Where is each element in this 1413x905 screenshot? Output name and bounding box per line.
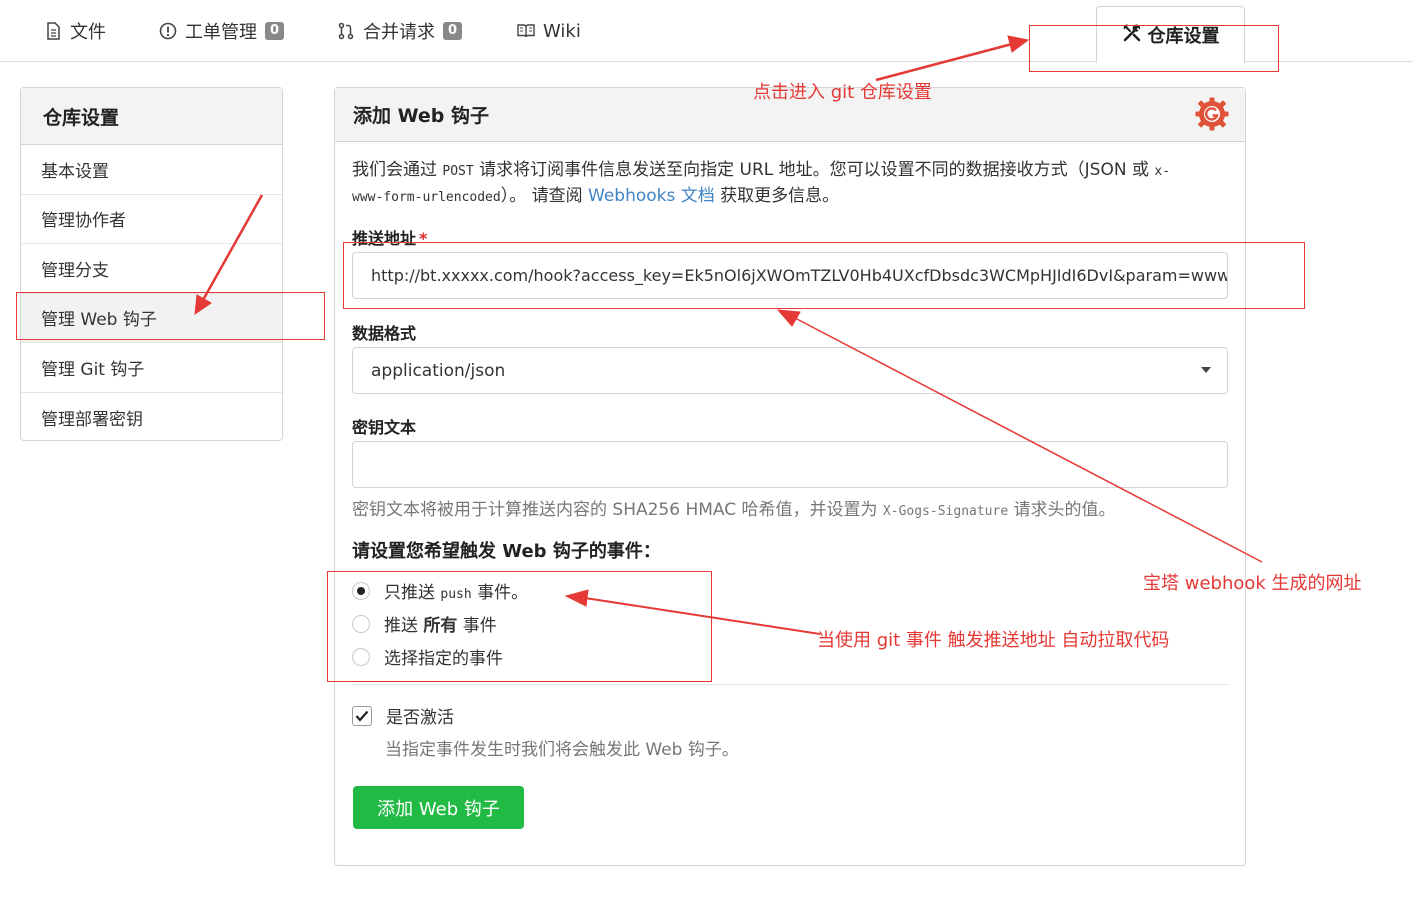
gogs-logo-icon — [1195, 97, 1229, 131]
content-type-label: 数据格式 — [352, 324, 417, 343]
book-icon — [517, 22, 535, 40]
tab-label: 工单管理 — [185, 22, 257, 43]
content-type-select[interactable]: application/json — [352, 347, 1228, 394]
help-text: 密钥文本将被用于计算推送内容的 SHA256 HMAC 哈希值，并设置为 — [352, 500, 883, 520]
active-help: 当指定事件发生时我们将会触发此 Web 钩子。 — [385, 740, 739, 760]
help-text: 请求头的值。 — [1008, 500, 1116, 520]
form-code-1: x- — [1154, 164, 1171, 179]
annotation-event-note: 当使用 git 事件 触发推送地址 自动拉取代码 — [817, 630, 1170, 651]
sidebar-item-collaborators[interactable]: 管理协作者 — [21, 195, 282, 244]
tab-wiki[interactable]: Wiki — [517, 0, 581, 62]
tab-issues[interactable]: 工单管理 0 — [159, 0, 285, 62]
active-checkbox-row[interactable]: 是否激活 — [352, 703, 454, 728]
tab-pull-requests[interactable]: 合并请求 0 — [337, 0, 463, 62]
dropdown-caret-icon — [1201, 367, 1211, 373]
settings-sidebar: 仓库设置 基本设置 管理协作者 管理分支 管理 Web 钩子 管理 Git 钩子… — [20, 87, 283, 441]
annotation-box-payload-url — [343, 242, 1305, 309]
secret-help: 密钥文本将被用于计算推送内容的 SHA256 HMAC 哈希值，并设置为 X-G… — [352, 495, 1232, 520]
form-divider — [352, 684, 1228, 685]
desc-text: 获取更多信息。 — [714, 186, 840, 206]
secret-input[interactable] — [352, 441, 1228, 488]
active-label: 是否激活 — [386, 708, 454, 728]
annotation-settings-note: 点击进入 git 仓库设置 — [753, 82, 932, 103]
active-checkbox[interactable] — [352, 705, 372, 726]
issue-count-badge: 0 — [265, 22, 285, 40]
sidebar-title: 仓库设置 — [21, 88, 282, 145]
form-code-2: www-form-urlencoded — [352, 190, 501, 205]
post-code: POST — [442, 164, 474, 179]
annotation-box-settings-tab — [1029, 25, 1279, 72]
content-type-value: application/json — [371, 360, 506, 381]
issue-icon — [159, 22, 177, 40]
sidebar-item-branches[interactable]: 管理分支 — [21, 244, 282, 294]
sidebar-item-deploy-keys[interactable]: 管理部署密钥 — [21, 393, 282, 443]
desc-text: 我们会通过 — [352, 160, 443, 180]
pr-count-badge: 0 — [443, 22, 463, 40]
annotation-url-note: 宝塔 webhook 生成的网址 — [1143, 573, 1362, 594]
annotation-box-webhooks-item — [16, 292, 325, 340]
desc-text: 请求将订阅事件信息发送至向指定 URL 地址。您可以设置不同的数据接收方式（JS… — [473, 160, 1155, 180]
check-icon — [355, 710, 369, 722]
tab-label: 文件 — [70, 22, 106, 43]
file-icon — [44, 22, 62, 40]
annotation-box-events — [327, 571, 712, 682]
desc-text: ）。 请查阅 — [500, 186, 589, 206]
sidebar-item-git-hooks[interactable]: 管理 Git 钩子 — [21, 343, 282, 393]
webhook-description: 我们会通过 POST 请求将订阅事件信息发送至向指定 URL 地址。您可以设置不… — [352, 158, 1222, 210]
tab-label: 合并请求 — [363, 22, 435, 43]
webhooks-docs-link[interactable]: Webhooks 文档 — [588, 186, 715, 206]
sidebar-item-options[interactable]: 基本设置 — [21, 145, 282, 195]
tab-files[interactable]: 文件 — [44, 0, 106, 62]
tab-label: Wiki — [543, 20, 581, 42]
add-webhook-button[interactable]: 添加 Web 钩子 — [353, 786, 524, 829]
panel-title: 添加 Web 钩子 — [353, 105, 489, 127]
secret-label: 密钥文本 — [352, 418, 417, 437]
pull-request-icon — [337, 22, 355, 40]
signature-code: X-Gogs-Signature — [882, 504, 1009, 519]
events-title: 请设置您希望触发 Web 钩子的事件： — [352, 541, 661, 562]
